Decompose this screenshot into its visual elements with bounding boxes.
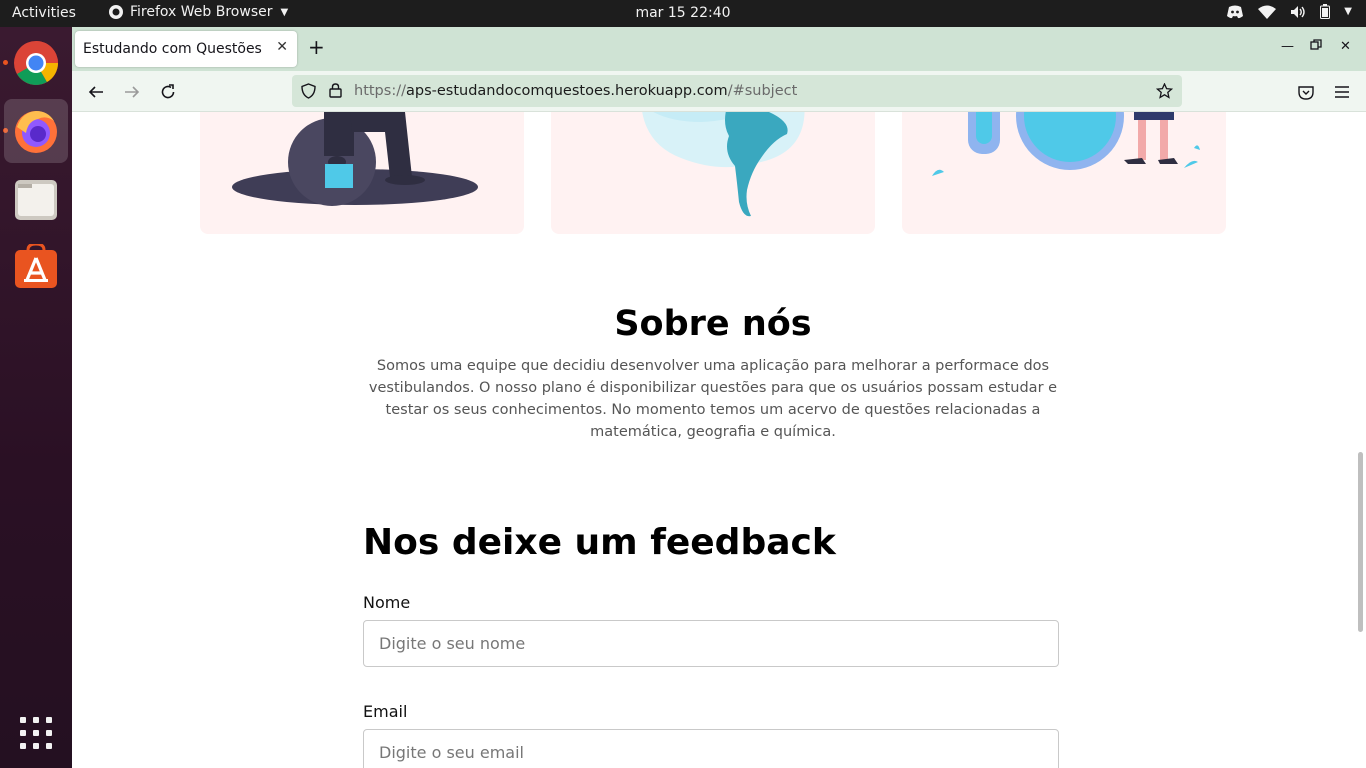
minimize-button[interactable]: — (1281, 39, 1294, 54)
app-menu-label: Firefox Web Browser (130, 4, 273, 20)
email-input[interactable] (363, 729, 1059, 768)
url-bar[interactable]: https://aps-estudandocomquestoes.herokua… (292, 75, 1182, 107)
system-tray[interactable]: ▼ (1226, 4, 1352, 19)
firefox-launcher[interactable] (4, 99, 68, 163)
show-apps-button[interactable] (4, 701, 68, 765)
software-launcher[interactable] (4, 235, 68, 299)
south-america-illustration (642, 112, 805, 217)
discord-icon[interactable] (1226, 5, 1244, 19)
forward-button[interactable] (121, 81, 143, 103)
folder-icon (15, 180, 57, 220)
firefox-small-icon (109, 5, 123, 19)
close-window-button[interactable]: ✕ (1340, 39, 1351, 54)
name-input[interactable] (363, 620, 1059, 667)
subject-card-quimica[interactable] (902, 112, 1226, 234)
url-host: aps-estudandocomquestoes.herokuapp.com (405, 83, 728, 99)
close-tab-icon[interactable]: ✕ (276, 39, 288, 55)
page-viewport: Sobre nós Somos uma equipe que decidiu d… (72, 112, 1366, 768)
email-label: Email (363, 702, 408, 721)
back-button[interactable] (85, 81, 107, 103)
dock (0, 27, 72, 768)
system-top-bar: Activities Firefox Web Browser ▼ mar 15 … (0, 0, 1366, 27)
navigation-toolbar: https://aps-estudandocomquestoes.herokua… (72, 71, 1366, 112)
wifi-icon[interactable] (1258, 5, 1277, 19)
pocket-button[interactable] (1295, 81, 1317, 103)
files-launcher[interactable] (4, 167, 68, 231)
apps-grid-icon (20, 717, 52, 749)
name-label: Nome (363, 593, 411, 612)
feedback-title: Nos deixe um feedback (363, 522, 836, 563)
forward-arrow-icon (125, 86, 140, 98)
url-path: /#subject (727, 83, 798, 99)
app-menu[interactable]: Firefox Web Browser ▼ (108, 4, 288, 20)
volume-icon[interactable] (1290, 5, 1306, 19)
restore-button[interactable] (1310, 39, 1322, 55)
person-sitting-illustration (232, 112, 478, 206)
chrome-icon (14, 41, 58, 85)
subject-card-geografia[interactable] (551, 112, 875, 234)
page-scrollbar[interactable] (1358, 452, 1363, 632)
about-title: Sobre nós (614, 304, 812, 344)
lock-icon[interactable] (329, 83, 342, 98)
app-store-icon (15, 244, 57, 288)
chrome-launcher[interactable] (4, 31, 68, 95)
tab-estudando[interactable]: Estudando com Questões ✕ (75, 31, 297, 67)
about-description: Somos uma equipe que decidiu desenvolver… (368, 358, 1058, 440)
new-tab-button[interactable]: + (308, 37, 325, 57)
url-scheme: https:// (354, 83, 406, 99)
tab-strip: Estudando com Questões ✕ + — ✕ (72, 27, 1366, 71)
chevron-down-icon[interactable]: ▼ (1344, 6, 1352, 17)
firefox-icon (15, 111, 57, 153)
shield-icon[interactable] (301, 83, 316, 99)
bookmark-star-icon[interactable] (1156, 83, 1173, 99)
clock[interactable]: mar 15 22:40 (635, 5, 730, 21)
battery-icon[interactable] (1320, 4, 1331, 19)
reload-button[interactable] (157, 81, 179, 103)
url-text[interactable]: https://aps-estudandocomquestoes.herokua… (354, 83, 797, 99)
reload-icon (161, 84, 175, 99)
tab-title: Estudando com Questões (83, 41, 262, 57)
restore-icon (1310, 39, 1322, 50)
activities-button[interactable]: Activities (12, 5, 76, 21)
back-arrow-icon (88, 86, 103, 98)
hamburger-menu-icon (1335, 86, 1349, 98)
chemistry-lab-illustration (932, 112, 1200, 176)
subject-card-matematica[interactable] (200, 112, 524, 234)
chevron-down-icon: ▼ (280, 6, 289, 18)
app-menu-button[interactable] (1331, 81, 1353, 103)
pocket-icon (1298, 85, 1314, 100)
